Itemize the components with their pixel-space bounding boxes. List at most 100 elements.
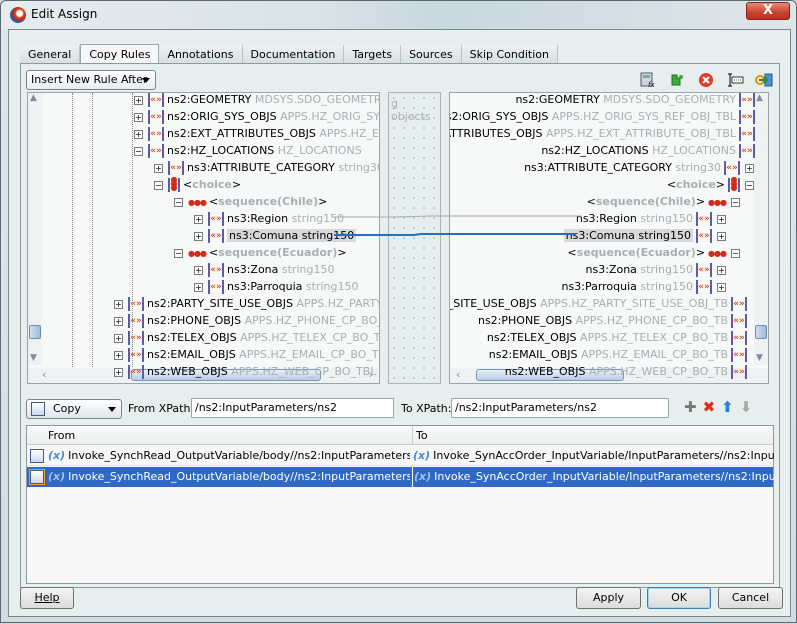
tree-node[interactable]: ns3:Region string150 «» + bbox=[576, 210, 728, 227]
apply-button[interactable]: Apply bbox=[576, 587, 641, 609]
expand-icon[interactable]: + bbox=[717, 265, 726, 275]
expand-icon[interactable]: + bbox=[194, 282, 203, 292]
collapse-icon[interactable]: − bbox=[174, 197, 183, 207]
expand-icon[interactable]: + bbox=[114, 350, 123, 360]
tree-node[interactable]: ns2:WEB_OBJS APPS.HZ_WEB_CP_BO_TB «» bbox=[505, 363, 750, 380]
tab-general[interactable]: General bbox=[20, 45, 81, 64]
tree-node[interactable]: ns3:ATTRIBUTE_CATEGORY string30 «» + bbox=[524, 159, 756, 176]
tree-node[interactable]: + «»ns2:PARTY_SITE_USE_OBJS APPS.HZ_PARTY… bbox=[112, 295, 379, 312]
expand-icon[interactable]: + bbox=[154, 163, 163, 173]
delete-icon[interactable]: ✖ bbox=[703, 398, 716, 416]
expand-icon[interactable]: + bbox=[114, 316, 123, 326]
expand-icon[interactable]: + bbox=[114, 367, 123, 377]
bulk-copy-icon[interactable] bbox=[754, 71, 774, 89]
expand-icon[interactable]: + bbox=[134, 129, 143, 139]
mapping-canvas[interactable]: g objects bbox=[388, 92, 441, 384]
collapse-icon[interactable]: − bbox=[745, 180, 754, 190]
collapse-icon[interactable]: − bbox=[731, 248, 740, 258]
close-button[interactable]: X bbox=[746, 2, 790, 20]
expand-icon[interactable]: + bbox=[114, 333, 123, 343]
tree-node[interactable]: ns2:EXT_ATTRIBUTES_OBJS APPS.HZ_EXT_ATTR… bbox=[450, 125, 758, 142]
expand-icon[interactable]: + bbox=[717, 214, 726, 224]
tree-node[interactable]: ns2:HZ_LOCATIONS HZ_LOCATIONS «» bbox=[541, 142, 758, 159]
target-vscroll-thumb[interactable] bbox=[755, 325, 767, 339]
scroll-down-icon[interactable]: ▼ bbox=[756, 353, 763, 363]
source-vertical-scrollbar[interactable]: ▲ ▼ bbox=[28, 93, 42, 365]
tree-node[interactable]: <sequence(Ecuador)> ●●● − bbox=[567, 244, 742, 261]
tree-node[interactable]: − ●●● <sequence(Ecuador)> bbox=[172, 244, 347, 261]
tree-node[interactable]: ns3:Zona string150 «» + bbox=[586, 261, 728, 278]
expand-icon[interactable]: + bbox=[134, 112, 143, 122]
ok-button[interactable]: OK bbox=[647, 587, 711, 609]
expand-icon[interactable]: + bbox=[717, 282, 726, 292]
expand-icon[interactable]: + bbox=[114, 299, 123, 309]
literal-icon[interactable] bbox=[725, 71, 745, 89]
expand-icon[interactable]: + bbox=[194, 214, 203, 224]
node-label: ns3:Region string150 bbox=[227, 212, 344, 225]
expand-icon[interactable]: + bbox=[717, 231, 726, 241]
operation-select[interactable]: Copy bbox=[26, 399, 122, 419]
tree-node[interactable]: <sequence(Chile)> ●●● − bbox=[587, 193, 742, 210]
tree-node[interactable]: + «» ns2:EMAIL_OBJS APPS.HZ_EMAIL_CP_BO_TB… bbox=[112, 346, 379, 363]
tab-documentation[interactable]: Documentation bbox=[242, 45, 345, 64]
cancel-button[interactable]: Cancel bbox=[718, 587, 783, 609]
tree-node[interactable]: ns2:PHONE_OBJS APPS.HZ_PHONE_CP_BO_TB «» bbox=[478, 312, 750, 329]
tab-targets[interactable]: Targets bbox=[344, 45, 402, 64]
tab-skip-condition[interactable]: Skip Condition bbox=[461, 45, 558, 64]
scroll-left-icon[interactable]: ‹ bbox=[456, 368, 460, 381]
tree-node[interactable]: ns3:Parroquia string150 «» + bbox=[562, 278, 728, 295]
remove-icon[interactable] bbox=[696, 71, 716, 89]
tree-node[interactable]: + «» ns2:TELEX_OBJS APPS.HZ_TELEX_CP_BO_TB… bbox=[112, 329, 379, 346]
tree-node[interactable]: + «» ns3:Zona string150 bbox=[192, 261, 334, 278]
move-down-icon[interactable]: ⬇ bbox=[740, 398, 753, 416]
collapse-icon[interactable]: − bbox=[134, 146, 143, 156]
tab-copy-rules[interactable]: Copy Rules bbox=[80, 44, 160, 64]
source-tree[interactable]: ▲ ▼ ‹ › + «» ns2:GEOMETRY MDSYS.SDO_GEOMET… bbox=[27, 92, 380, 384]
tree-node[interactable]: −● ● ● <choice> bbox=[152, 176, 241, 193]
tree-node[interactable]: + «»ns2:EXT_ATTRIBUTES_OBJS APPS.HZ_EXT_A… bbox=[132, 125, 379, 142]
expand-icon[interactable]: + bbox=[194, 231, 203, 241]
tree-node[interactable]: + «»ns2:ORIG_SYS_OBJS APPS.HZ_ORIG_SYS_RE… bbox=[132, 108, 379, 125]
collapse-icon[interactable]: − bbox=[174, 248, 183, 258]
target-tree[interactable]: ▲ ▼ ‹ › ns2:GEOMETRY MDSYS.SDO_GEOMETRY «… bbox=[449, 92, 769, 384]
tree-node[interactable]: + «» ns3:Parroquia string150 bbox=[192, 278, 358, 295]
tree-node[interactable]: ns2:ORIG_SYS_OBJS APPS.HZ_ORIG_SYS_REF_O… bbox=[450, 108, 758, 125]
from-xpath-input[interactable]: /ns2:InputParameters/ns2 bbox=[191, 398, 394, 418]
scroll-up-icon[interactable]: ▲ bbox=[30, 93, 37, 103]
source-vscroll-thumb[interactable] bbox=[29, 325, 41, 339]
scroll-left-icon[interactable]: ‹ bbox=[42, 368, 46, 381]
expand-icon[interactable]: + bbox=[745, 163, 754, 173]
tree-node[interactable]: ns3:Comuna string150 «» + bbox=[563, 227, 728, 244]
tree-node[interactable]: + «»ns2:PHONE_OBJS APPS.HZ_PHONE_CP_BO_TB… bbox=[112, 312, 379, 329]
table-row-selected[interactable]: (x) Invoke_SynchRead_OutputVariable/body/… bbox=[27, 467, 774, 487]
tree-node[interactable]: + «» ns2:WEB_OBJS APPS.HZ_WEB_CP_BO_TBL bbox=[112, 363, 376, 380]
tree-node[interactable]: + «» ns3:Region string150 bbox=[192, 210, 344, 227]
tab-annotations[interactable]: Annotations bbox=[159, 45, 243, 64]
tab-sources[interactable]: Sources bbox=[401, 45, 462, 64]
insert-rule-select[interactable]: Insert New Rule After bbox=[26, 70, 156, 90]
add-icon[interactable]: ✚ bbox=[684, 398, 697, 416]
tree-node[interactable]: + «» ns3:ATTRIBUTE_CATEGORY string30 bbox=[152, 159, 379, 176]
to-xpath-input[interactable]: /ns2:InputParameters/ns2 bbox=[451, 398, 669, 418]
tree-node[interactable]: + «» ns2:GEOMETRY MDSYS.SDO_GEOMETRY bbox=[132, 93, 379, 108]
table-row[interactable]: (x) Invoke_SynchRead_OutputVariable/body/… bbox=[27, 446, 774, 466]
tree-node[interactable]: ns2:PARTY_SITE_USE_OBJS APPS.HZ_PARTY_SI… bbox=[450, 295, 750, 312]
expression-builder-icon[interactable]: fx bbox=[638, 71, 658, 89]
tree-node[interactable]: ns2:GEOMETRY MDSYS.SDO_GEOMETRY «» bbox=[515, 93, 758, 108]
tree-node[interactable]: − «» ns2:HZ_LOCATIONS HZ_LOCATIONS bbox=[132, 142, 362, 159]
move-up-icon[interactable]: ⬆ bbox=[721, 398, 734, 416]
tree-node[interactable]: ns2:TELEX_OBJS APPS.HZ_TELEX_CP_BO_TB «» bbox=[487, 329, 750, 346]
xml-fragment-icon[interactable] bbox=[667, 71, 687, 89]
tree-node[interactable]: <choice> ● ● ● − bbox=[667, 176, 756, 193]
expand-icon[interactable]: + bbox=[194, 265, 203, 275]
tree-node[interactable]: − ●●● <sequence(Chile)> bbox=[172, 193, 327, 210]
column-header-from[interactable]: From bbox=[48, 429, 75, 442]
expand-icon[interactable]: + bbox=[134, 95, 143, 105]
tree-node[interactable]: + «» ns3:Comuna string150 bbox=[192, 227, 357, 244]
tree-node[interactable]: ns2:EMAIL_OBJS APPS.HZ_EMAIL_CP_BO_TB «» bbox=[489, 346, 750, 363]
scroll-down-icon[interactable]: ▼ bbox=[30, 353, 37, 363]
collapse-icon[interactable]: − bbox=[731, 197, 740, 207]
help-button[interactable]: Help bbox=[20, 587, 74, 609]
column-header-to[interactable]: To bbox=[412, 426, 428, 445]
collapse-icon[interactable]: − bbox=[154, 180, 163, 190]
